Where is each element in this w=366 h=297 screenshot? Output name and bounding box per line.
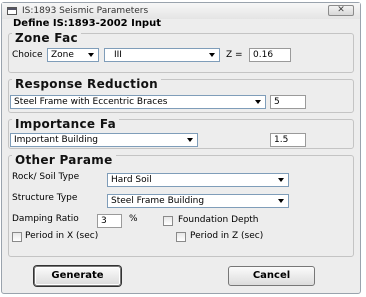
response-reduction-title: Response Reduction: [12, 77, 162, 91]
structure-type-select[interactable]: Steel Frame Building: [107, 194, 289, 208]
chevron-down-icon: [88, 53, 94, 57]
soil-type-value: Hard Soil: [111, 175, 152, 185]
chevron-down-icon: [209, 53, 215, 57]
response-reduction-group: Response Reduction Steel Frame with Ecce…: [8, 77, 354, 113]
importance-factor-title: Importance Fa: [12, 117, 120, 131]
zone-value: III: [114, 50, 122, 60]
period-z-label: Period in Z (sec): [190, 231, 264, 241]
period-x-label: Period in X (sec): [25, 231, 99, 241]
soil-type-label: Rock/ Soil Type: [12, 172, 80, 182]
zone-choice-select[interactable]: Zone: [47, 48, 99, 62]
zone-select[interactable]: III: [104, 48, 220, 62]
other-parameters-group: Other Parame Rock/ Soil Type Hard Soil S…: [8, 153, 354, 257]
other-parameters-title: Other Parame: [12, 153, 116, 167]
dialog-heading: Define IS:1893-2002 Input: [13, 18, 161, 29]
zone-choice-value: Zone: [51, 50, 74, 60]
chevron-down-icon: [255, 100, 261, 104]
importance-factor-group: Importance Fa Important Building 1.5: [8, 117, 354, 149]
structure-type-value: Steel Frame Building: [111, 196, 205, 206]
title-bar[interactable]: IS:1893 Seismic Parameters ✕: [2, 3, 360, 19]
damping-unit: %: [129, 214, 138, 224]
cancel-button[interactable]: Cancel: [228, 266, 315, 286]
z-label: Z =: [226, 50, 243, 60]
structural-system-value: Steel Frame with Eccentric Braces: [14, 97, 168, 107]
damping-ratio-label: Damping Ratio: [12, 214, 79, 224]
importance-category-value: Important Building: [14, 135, 98, 145]
chevron-down-icon: [278, 178, 284, 182]
close-button[interactable]: ✕: [328, 5, 354, 16]
chevron-down-icon: [278, 199, 284, 203]
period-x-checkbox[interactable]: [12, 232, 22, 242]
zone-factor-title: Zone Fac: [12, 31, 81, 45]
damping-ratio-field[interactable]: 3: [97, 214, 122, 228]
response-factor-field[interactable]: 5: [270, 95, 306, 109]
chevron-down-icon: [187, 138, 193, 142]
foundation-depth-label: Foundation Depth: [178, 215, 259, 225]
window-icon: [7, 7, 17, 15]
window-title: IS:1893 Seismic Parameters: [22, 6, 149, 16]
structure-type-label: Structure Type: [12, 193, 78, 203]
seismic-parameters-dialog: IS:1893 Seismic Parameters ✕ Define IS:1…: [1, 2, 361, 294]
zone-factor-group: Zone Fac Choice Zone III Z = 0.16: [8, 31, 354, 73]
structural-system-select[interactable]: Steel Frame with Eccentric Braces: [10, 95, 266, 109]
importance-factor-field[interactable]: 1.5: [270, 133, 306, 147]
period-z-checkbox[interactable]: [176, 232, 186, 242]
foundation-depth-checkbox[interactable]: [163, 216, 173, 226]
close-icon: ✕: [337, 5, 345, 15]
generate-button[interactable]: Generate: [34, 266, 121, 286]
z-value-field[interactable]: 0.16: [249, 48, 291, 62]
choice-label: Choice: [12, 50, 43, 60]
importance-category-select[interactable]: Important Building: [10, 133, 198, 147]
soil-type-select[interactable]: Hard Soil: [107, 173, 289, 187]
